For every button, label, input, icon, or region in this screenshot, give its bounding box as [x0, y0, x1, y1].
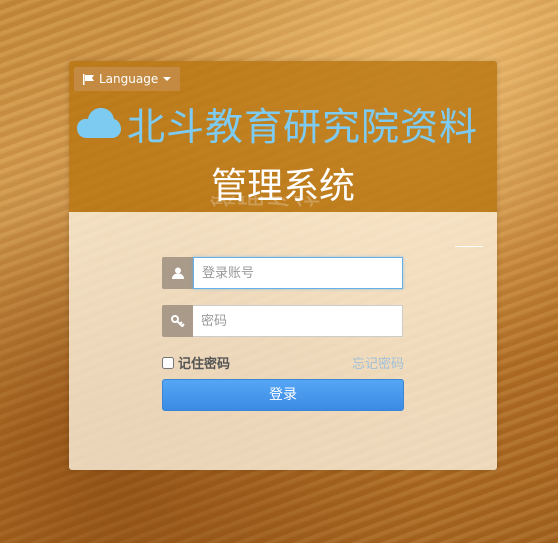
- remember-label: 记住密码: [178, 357, 231, 372]
- app-title-line1: 北斗教育研究院资料: [77, 99, 497, 149]
- remember-checkbox[interactable]: [162, 356, 174, 369]
- caret-down-icon: [163, 77, 172, 81]
- password-input[interactable]: [193, 305, 403, 337]
- panel-body: [69, 212, 497, 470]
- app-title-text: 北斗教育研究院资料: [127, 104, 479, 149]
- forgot-password-link[interactable]: 忘记密码: [352, 353, 404, 372]
- login-button[interactable]: 登录: [162, 379, 404, 411]
- language-label: Language: [99, 72, 159, 86]
- language-button[interactable]: Language: [74, 67, 181, 91]
- key-icon: [162, 305, 193, 337]
- cloud-icon: [77, 108, 121, 138]
- username-field: [162, 257, 403, 289]
- username-input[interactable]: [193, 257, 403, 289]
- decorative-line: [455, 246, 483, 247]
- flag-icon: [83, 73, 94, 85]
- panel-header: Language 北斗教育研究院资料 管理系统: [69, 61, 497, 212]
- login-panel: Language 北斗教育研究院资料 管理系统 管理系统: [69, 61, 497, 470]
- user-icon: [162, 257, 193, 289]
- remember-password[interactable]: 记住密码: [162, 353, 230, 372]
- password-field: [162, 305, 403, 337]
- title-reflection: 管理系统: [209, 196, 369, 222]
